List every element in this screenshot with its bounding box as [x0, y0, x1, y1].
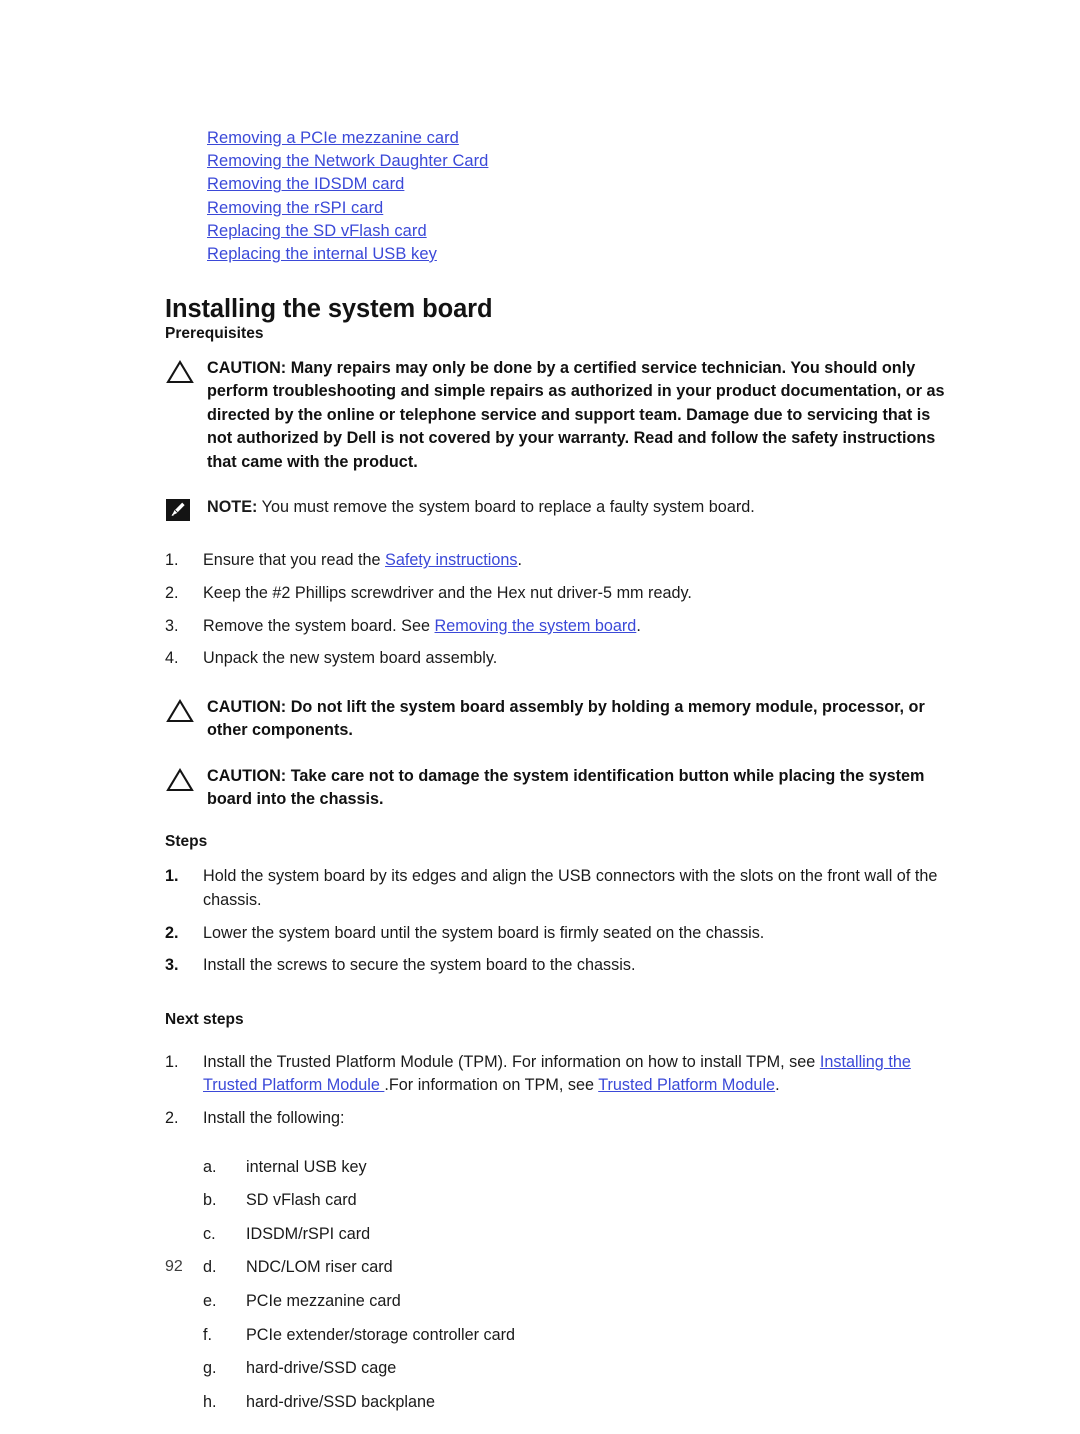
list-item: 2. Lower the system board until the syst… [165, 922, 950, 946]
list-item: a. internal USB key [203, 1156, 950, 1180]
page-title: Installing the system board [165, 295, 493, 324]
list-text: Install the following: [203, 1109, 345, 1127]
list-text-prefix: Unpack the new system board assembly. [203, 649, 498, 668]
list-marker: b. [203, 1191, 217, 1210]
note-block-remove-system-board: NOTE: You must remove the system board t… [165, 496, 950, 522]
list-marker: 1. [165, 551, 179, 570]
caution-text: CAUTION: Do not lift the system board as… [207, 697, 925, 740]
list-item: h. hard-drive/SSD backplane [203, 1391, 950, 1415]
list-marker: g. [203, 1359, 217, 1378]
list-text: PCIe extender/storage controller card [246, 1325, 516, 1344]
steps-list: 1. Hold the system board by its edges an… [165, 865, 950, 977]
document-body: Prerequisites CAUTION: Many repairs may … [165, 325, 950, 1424]
warning-triangle-icon [165, 359, 195, 385]
install-components-list: a. internal USB key b. SD vFlash card c.… [203, 1156, 950, 1415]
list-text-prefix: Ensure that you read the [203, 551, 386, 570]
link-trusted-platform-module[interactable]: Trusted Platform Module [598, 1076, 775, 1094]
list-marker: 1. [165, 867, 179, 886]
list-marker: 3. [165, 956, 179, 975]
list-item: e. PCIe mezzanine card [203, 1290, 950, 1314]
caution-text: CAUTION: Many repairs may only be done b… [207, 359, 945, 471]
list-text: hard-drive/SSD backplane [246, 1392, 435, 1411]
list-item: 3. Install the screws to secure the syst… [165, 954, 950, 978]
list-text: PCIe mezzanine card [246, 1291, 401, 1310]
list-item: d. NDC/LOM riser card [203, 1256, 950, 1280]
link-safety-instructions[interactable]: Safety instructions [385, 551, 517, 569]
list-marker: d. [203, 1258, 217, 1277]
list-text-prefix: Remove the system board. See [203, 616, 435, 635]
caution-block-certified-technician: CAUTION: Many repairs may only be done b… [165, 357, 950, 474]
list-marker: a. [203, 1157, 217, 1176]
related-link-removing-pcie-mezzanine-card[interactable]: Removing a PCIe mezzanine card [207, 127, 947, 150]
list-marker: f. [203, 1325, 212, 1344]
list-marker: 3. [165, 616, 179, 635]
list-marker: 1. [165, 1052, 179, 1071]
related-link-removing-idsdm-card[interactable]: Removing the IDSDM card [207, 173, 947, 196]
list-text: hard-drive/SSD cage [246, 1359, 397, 1378]
link-removing-the-system-board[interactable]: Removing the system board [435, 617, 637, 635]
list-marker: h. [203, 1392, 217, 1411]
note-text: NOTE: You must remove the system board t… [207, 496, 950, 519]
list-text: internal USB key [246, 1157, 367, 1176]
list-marker: e. [203, 1291, 217, 1310]
steps-heading: Steps [165, 833, 208, 851]
list-text-part2: .For information on TPM, see [384, 1076, 599, 1095]
list-item: 2. Install the following: [165, 1107, 950, 1131]
list-item: 2. Keep the #2 Phillips screwdriver and … [165, 582, 950, 606]
list-text-prefix: Keep the #2 Phillips screwdriver and the… [203, 584, 692, 603]
note-body: You must remove the system board to repl… [257, 498, 755, 517]
list-marker: 2. [165, 584, 179, 603]
warning-triangle-icon [165, 698, 195, 724]
page-number: 92 [165, 1258, 183, 1275]
related-link-replacing-internal-usb-key[interactable]: Replacing the internal USB key [207, 243, 947, 266]
list-item: 1. Ensure that you read the Safety instr… [165, 549, 950, 573]
list-item: b. SD vFlash card [203, 1189, 950, 1213]
document-page: Removing a PCIe mezzanine card Removing … [0, 0, 1080, 1434]
list-text-part1: Install the Trusted Platform Module (TPM… [203, 1052, 820, 1071]
caution-text: CAUTION: Take care not to damage the sys… [207, 766, 925, 809]
list-item: c. IDSDM/rSPI card [203, 1223, 950, 1247]
list-text: IDSDM/rSPI card [246, 1224, 371, 1243]
list-item: 4. Unpack the new system board assembly. [165, 647, 950, 671]
list-item: 1. Install the Trusted Platform Module (… [165, 1051, 950, 1098]
caution-block-identification-button: CAUTION: Take care not to damage the sys… [165, 765, 950, 812]
note-pencil-icon [165, 498, 195, 524]
list-text-part3: . [775, 1076, 780, 1095]
note-label: NOTE: [207, 498, 258, 517]
list-marker: 2. [165, 1109, 179, 1127]
list-marker: 4. [165, 649, 179, 668]
list-text-suffix: . [636, 616, 641, 635]
caution-block-do-not-lift: CAUTION: Do not lift the system board as… [165, 696, 950, 743]
list-item: g. hard-drive/SSD cage [203, 1357, 950, 1381]
list-text: Lower the system board until the system … [203, 923, 765, 942]
list-item: 3. Remove the system board. See Removing… [165, 615, 950, 639]
related-link-replacing-sd-vflash-card[interactable]: Replacing the SD vFlash card [207, 220, 947, 243]
prerequisites-heading: Prerequisites [165, 325, 264, 342]
prerequisites-steps-list: 1. Ensure that you read the Safety instr… [165, 549, 950, 670]
related-link-removing-rspi-card[interactable]: Removing the rSPI card [207, 197, 947, 220]
list-text: NDC/LOM riser card [246, 1258, 393, 1277]
list-item: f. PCIe extender/storage controller card [203, 1324, 950, 1348]
list-marker: 2. [165, 923, 179, 942]
next-steps-list: 1. Install the Trusted Platform Module (… [165, 1051, 950, 1131]
list-text: Hold the system board by its edges and a… [203, 867, 938, 910]
list-item: 1. Hold the system board by its edges an… [165, 865, 950, 912]
list-marker: c. [203, 1224, 216, 1243]
related-link-removing-network-daughter-card[interactable]: Removing the Network Daughter Card [207, 150, 947, 173]
next-steps-heading: Next steps [165, 1010, 244, 1028]
related-links-list: Removing a PCIe mezzanine card Removing … [207, 127, 947, 266]
list-text-suffix: . [517, 551, 522, 570]
list-text: SD vFlash card [246, 1191, 357, 1210]
warning-triangle-icon [165, 767, 195, 793]
list-text: Install the screws to secure the system … [203, 956, 636, 975]
